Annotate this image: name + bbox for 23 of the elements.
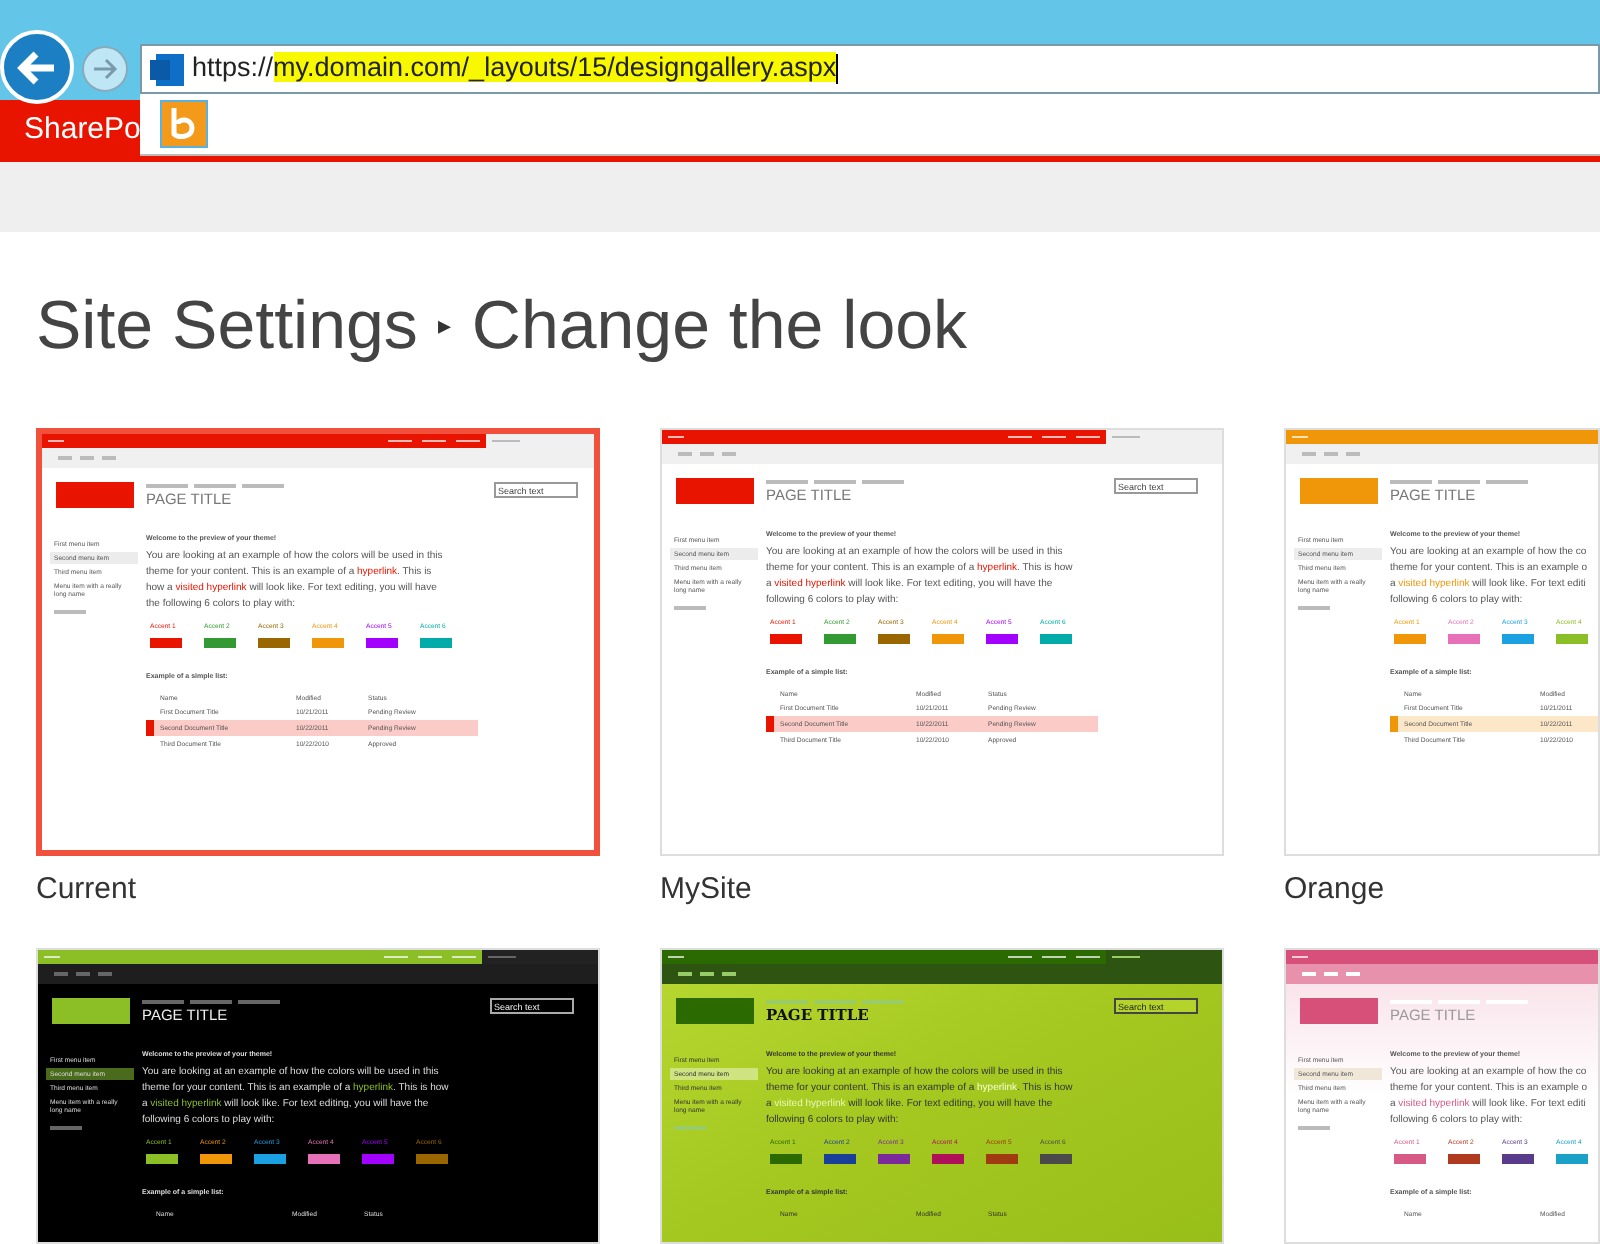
url-text: https://my.domain.com/_layouts/15/designgallery.aspx	[192, 50, 837, 87]
search-provider-icon[interactable]	[160, 100, 208, 148]
theme-name[interactable]: Orange	[1284, 868, 1600, 912]
forward-arrow-icon	[92, 56, 118, 82]
site-logo	[1300, 478, 1378, 504]
theme-thumbnail[interactable]	[36, 428, 600, 856]
site-logo	[676, 998, 754, 1024]
breadcrumb-separator: ▸	[437, 308, 452, 345]
selection-marker	[766, 716, 774, 732]
site-logo	[676, 478, 754, 504]
theme-name[interactable]: MySite	[660, 868, 1224, 912]
site-icon	[150, 51, 186, 87]
selection-marker	[1390, 716, 1398, 732]
breadcrumb-link[interactable]: Site Settings	[36, 275, 418, 377]
site-logo	[52, 998, 130, 1024]
selection-marker	[146, 720, 154, 736]
suite-bar-title: SharePo	[24, 110, 141, 151]
address-field[interactable]: https://my.domain.com/_layouts/15/designgallery.aspx	[140, 44, 1600, 94]
page-heading: Change the look	[471, 285, 968, 367]
text-cursor	[836, 54, 839, 84]
site-logo	[1300, 998, 1378, 1024]
theme-name[interactable]: Current	[36, 868, 600, 912]
site-logo	[56, 482, 134, 508]
